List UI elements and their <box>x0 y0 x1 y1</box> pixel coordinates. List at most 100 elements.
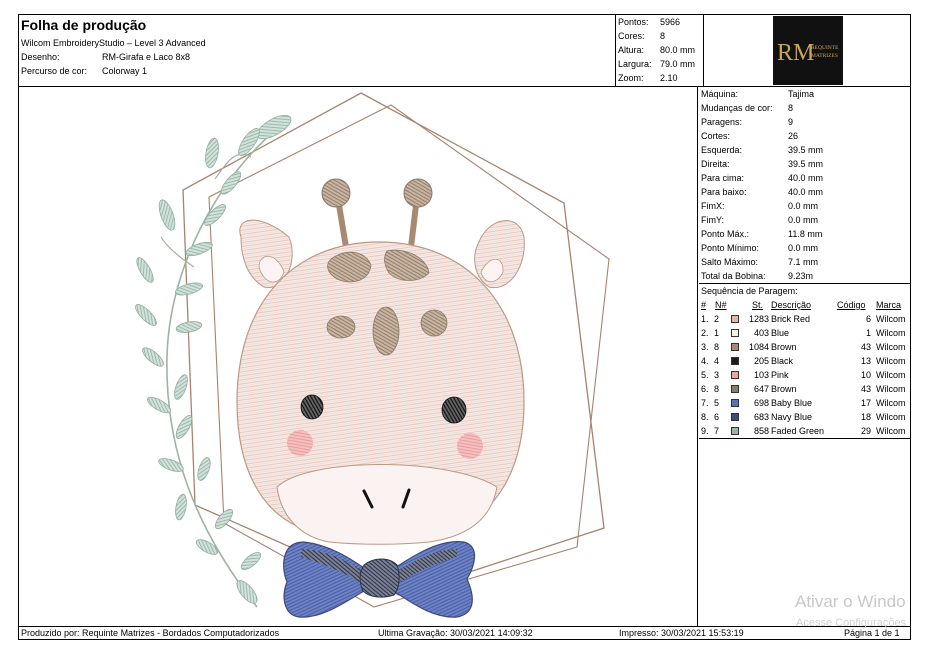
color-swatch <box>731 343 739 351</box>
sequence-brand: Wilcom <box>876 384 906 394</box>
header-stats: Pontos: 5966 Cores: 8 Altura: 80.0 mm Largu… <box>616 15 704 86</box>
sequence-needle: 6 <box>714 412 720 422</box>
machine-info-label: Ponto Máx.: <box>701 229 750 239</box>
machine-info-value: 26 <box>788 131 799 141</box>
sequence-header: # N# St. Descrição Código Marca <box>699 298 910 312</box>
machine-info-value: 0.0 mm <box>788 243 819 253</box>
machine-info-label: Ponto Mínimo: <box>701 243 760 253</box>
sequence-row: 8. 6 683 Navy Blue 18 Wilcom <box>699 410 910 424</box>
sequence-index: 8. <box>701 412 709 422</box>
machine-info-label: Salto Máximo: <box>701 257 759 267</box>
sequence-brand: Wilcom <box>876 398 906 408</box>
sequence-brand: Wilcom <box>876 426 906 436</box>
production-sheet: Folha de produção Wilcom EmbroideryStudi… <box>18 14 911 640</box>
color-swatch <box>731 329 739 337</box>
sequence-brand: Wilcom <box>876 370 906 380</box>
machine-info-value: 9.23m <box>788 271 814 281</box>
color-swatch <box>731 315 739 323</box>
machine-info-value: 8 <box>788 103 794 113</box>
footer-page: Página 1 de 1 <box>844 628 900 638</box>
sheet-title: Folha de produção <box>21 17 147 33</box>
windows-activation-subtext: Acesse Configurações <box>796 617 907 629</box>
sequence-needle: 2 <box>714 314 720 324</box>
machine-info-label: Para baixo: <box>701 187 747 197</box>
sequence-row: 6. 8 647 Brown 43 Wilcom <box>699 382 910 396</box>
machine-info-row: Esquerda: 39.5 mm <box>699 143 910 157</box>
sequence-description: Brown <box>771 384 797 394</box>
machine-info-row: Para baixo: 40.0 mm <box>699 185 910 199</box>
zoom-value: 2.10 <box>660 73 678 83</box>
col-brand: Marca <box>876 300 902 310</box>
machine-info-value: 7.1 mm <box>788 257 819 267</box>
sequence-description: Brown <box>771 342 797 352</box>
sequence-needle: 8 <box>714 342 720 352</box>
machine-info-label: Cortes: <box>701 131 731 141</box>
sequence-description: Baby Blue <box>771 398 813 408</box>
sequence-code: 1 <box>865 328 871 338</box>
sequence-index: 1. <box>701 314 709 324</box>
giraffe-head <box>236 178 525 545</box>
sequence-needle: 5 <box>714 398 720 408</box>
machine-info-row: Mudanças de cor: 8 <box>699 101 910 115</box>
giraffe-embroidery-illustration <box>135 92 610 618</box>
sequence-title: Sequência de Paragem: <box>701 286 798 296</box>
sequence-description: Pink <box>771 370 789 380</box>
color-swatch <box>731 413 739 421</box>
sequence-row: 1. 2 1283 Brick Red 6 Wilcom <box>699 312 910 326</box>
machine-info-value: 0.0 mm <box>788 201 819 211</box>
sequence-stitches: 1084 <box>748 342 769 352</box>
sequence-description: Brick Red <box>771 314 811 324</box>
machine-info-label: Máquina: <box>701 89 739 99</box>
design-row: Desenho: RM-Girafa e Laco 8x8 <box>21 52 190 62</box>
machine-info-row: Para cima: 40.0 mm <box>699 171 910 185</box>
height-label: Altura: <box>618 45 645 55</box>
sequence-brand: Wilcom <box>876 356 906 366</box>
sequence-description: Navy Blue <box>771 412 813 422</box>
sequence-stitches: 205 <box>753 356 769 366</box>
color-swatch <box>731 399 739 407</box>
col-n: N# <box>715 300 727 310</box>
sequence-description: Black <box>771 356 794 366</box>
sequence-needle: 1 <box>714 328 720 338</box>
colors-row: Cores: 8 <box>618 31 704 41</box>
zoom-row: Zoom: 2.10 <box>618 73 704 83</box>
sequence-row: 3. 8 1084 Brown 43 Wilcom <box>699 340 910 354</box>
software-name: Wilcom EmbroideryStudio – Level 3 Advanc… <box>21 38 206 48</box>
width-row: Largura: 79.0 mm <box>618 59 704 69</box>
sequence-row: 9. 7 858 Faded Green 29 Wilcom <box>699 424 910 438</box>
col-desc: Descrição <box>771 300 812 310</box>
sequence-stitches: 698 <box>753 398 769 408</box>
footer-saved: Ultima Gravação: 30/03/2021 14:09:32 <box>378 628 533 638</box>
sequence-code: 29 <box>860 426 871 436</box>
stitches-label: Pontos: <box>618 17 649 27</box>
machine-info-label: Paragens: <box>701 117 743 127</box>
machine-info-row: Máquina: Tajima <box>699 87 910 101</box>
sequence-description: Blue <box>771 328 790 338</box>
machine-info-value: 39.5 mm <box>788 145 824 155</box>
sequence-brand: Wilcom <box>876 342 906 352</box>
stitches-row: Pontos: 5966 <box>618 17 704 27</box>
color-swatch <box>731 427 739 435</box>
machine-info-row: Ponto Mínimo: 0.0 mm <box>699 241 910 255</box>
sequence-stitches: 683 <box>753 412 769 422</box>
sequence-code: 43 <box>860 342 871 352</box>
sequence-code: 13 <box>860 356 871 366</box>
design-preview <box>19 87 698 626</box>
sequence-code: 43 <box>860 384 871 394</box>
sequence-index: 2. <box>701 328 709 338</box>
machine-info-label: Esquerda: <box>701 145 743 155</box>
machine-info-value: 0.0 mm <box>788 215 819 225</box>
sequence-code: 6 <box>865 314 871 324</box>
sequence-brand: Wilcom <box>876 412 906 422</box>
machine-info-value: 9 <box>788 117 794 127</box>
machine-info-value: 40.0 mm <box>788 187 824 197</box>
machine-info-label: Direita: <box>701 159 730 169</box>
machine-info-label: Total da Bobina: <box>701 271 766 281</box>
machine-info-value: 40.0 mm <box>788 173 824 183</box>
machine-info-row: FimY: 0.0 mm <box>699 213 910 227</box>
machine-info-label: FimX: <box>701 201 725 211</box>
footer-divider <box>19 626 910 627</box>
windows-activation-watermark: Ativar o Windo <box>795 592 906 611</box>
sequence-code: 10 <box>860 370 871 380</box>
company-logo: RM REQUINTE MATRIZES <box>773 16 843 85</box>
